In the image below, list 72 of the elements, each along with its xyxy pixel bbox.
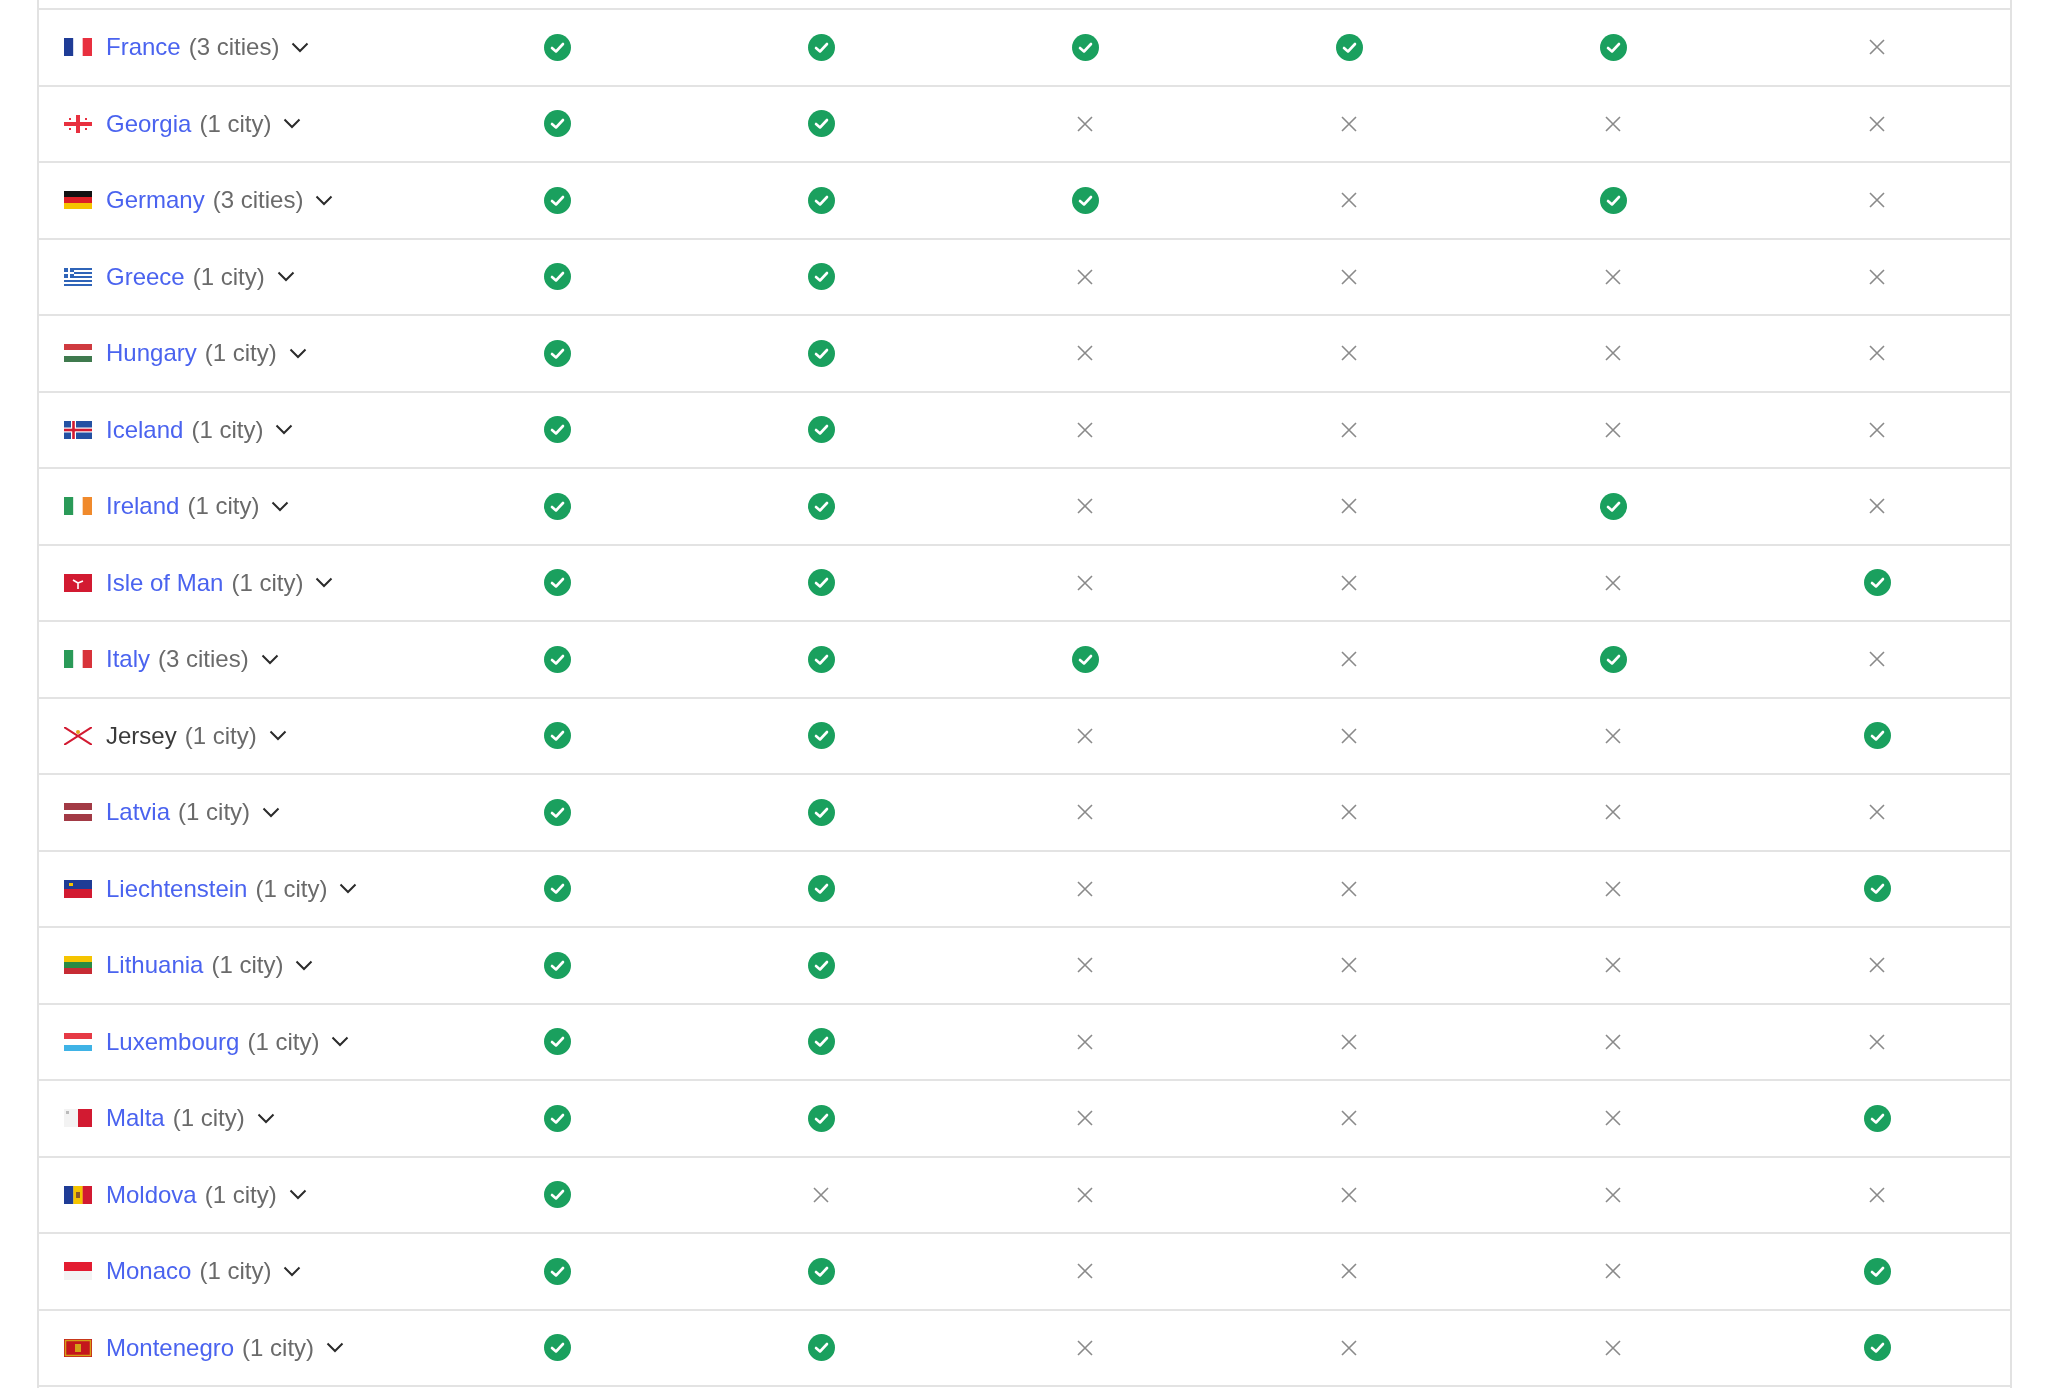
chevron-down-icon[interactable] — [315, 194, 334, 206]
country-link[interactable]: Monaco — [106, 1257, 192, 1286]
chevron-down-icon[interactable] — [291, 41, 310, 53]
country-link[interactable]: Luxembourg — [106, 1027, 240, 1056]
city-count: (1 city) — [255, 874, 328, 903]
flag-icon — [64, 344, 92, 363]
chevron-down-icon[interactable] — [283, 118, 302, 130]
country-link[interactable]: Liechtenstein — [106, 874, 248, 903]
country-link[interactable]: Greece — [106, 262, 185, 291]
city-count: (3 cities) — [188, 33, 280, 62]
country-link[interactable]: Hungary — [106, 339, 197, 368]
flag-icon — [64, 38, 92, 57]
city-count: (1 city) — [172, 1104, 245, 1133]
city-count: (1 city) — [187, 492, 260, 521]
country-link[interactable]: Ireland — [106, 492, 180, 521]
chevron-down-icon[interactable] — [288, 1189, 307, 1201]
chevron-down-icon[interactable] — [331, 1036, 350, 1048]
city-count: (1 city) — [204, 1180, 277, 1209]
chevron-down-icon[interactable] — [326, 1342, 345, 1354]
chevron-down-icon[interactable] — [271, 500, 290, 512]
city-count: (1 city) — [199, 1257, 272, 1286]
country-link[interactable]: Isle of Man — [106, 568, 224, 597]
city-count: (3 cities) — [158, 645, 249, 674]
city-count: (1 city) — [191, 415, 264, 444]
country-link[interactable]: Germany — [106, 186, 205, 215]
flag-icon — [64, 956, 92, 975]
country-link[interactable]: Italy — [106, 645, 150, 674]
city-count: (3 cities) — [212, 186, 304, 215]
flag-icon — [64, 497, 92, 516]
country-name: Jersey — [106, 721, 177, 750]
city-count: (1 city) — [178, 798, 251, 827]
chevron-down-icon[interactable] — [283, 1265, 302, 1277]
country-link[interactable]: Malta — [106, 1104, 165, 1133]
chevron-down-icon[interactable] — [339, 883, 358, 895]
country-link[interactable]: Lithuania — [106, 951, 204, 980]
country-link[interactable]: Moldova — [106, 1180, 197, 1209]
chevron-down-icon[interactable] — [275, 424, 294, 436]
flag-icon — [64, 803, 92, 822]
chevron-down-icon[interactable] — [288, 347, 307, 359]
city-count: (1 city) — [242, 1333, 315, 1362]
chevron-down-icon[interactable] — [260, 653, 279, 665]
flag-icon — [64, 1338, 92, 1357]
chevron-down-icon[interactable] — [256, 1112, 275, 1124]
country-link[interactable]: Georgia — [106, 109, 192, 138]
chevron-down-icon[interactable] — [315, 577, 334, 589]
country-link[interactable]: Montenegro — [106, 1333, 235, 1362]
chevron-down-icon[interactable] — [268, 730, 287, 742]
chevron-down-icon[interactable] — [295, 959, 314, 971]
flag-icon — [64, 420, 92, 439]
flag-icon — [64, 114, 92, 133]
flag-icon — [64, 1032, 92, 1051]
city-count: (1 city) — [192, 262, 265, 291]
chevron-down-icon[interactable] — [262, 806, 281, 818]
flag-icon — [64, 1185, 92, 1204]
country-link[interactable]: Latvia — [106, 798, 171, 827]
flag-icon — [64, 267, 92, 286]
city-count: (1 city) — [231, 568, 304, 597]
city-count: (1 city) — [204, 339, 277, 368]
city-count: (1 city) — [199, 109, 272, 138]
flag-icon — [64, 573, 92, 592]
city-count: (1 city) — [211, 951, 284, 980]
flag-icon — [64, 191, 92, 210]
country-link[interactable]: Iceland — [106, 415, 184, 444]
flag-icon — [64, 879, 92, 898]
flag-icon — [64, 650, 92, 669]
city-count: (1 city) — [247, 1027, 320, 1056]
flag-icon — [64, 726, 92, 745]
country-link[interactable]: France — [106, 33, 181, 62]
flag-icon — [64, 1262, 92, 1281]
flag-icon — [64, 1109, 92, 1128]
chevron-down-icon[interactable] — [276, 271, 295, 283]
city-count: (1 city) — [184, 721, 257, 750]
